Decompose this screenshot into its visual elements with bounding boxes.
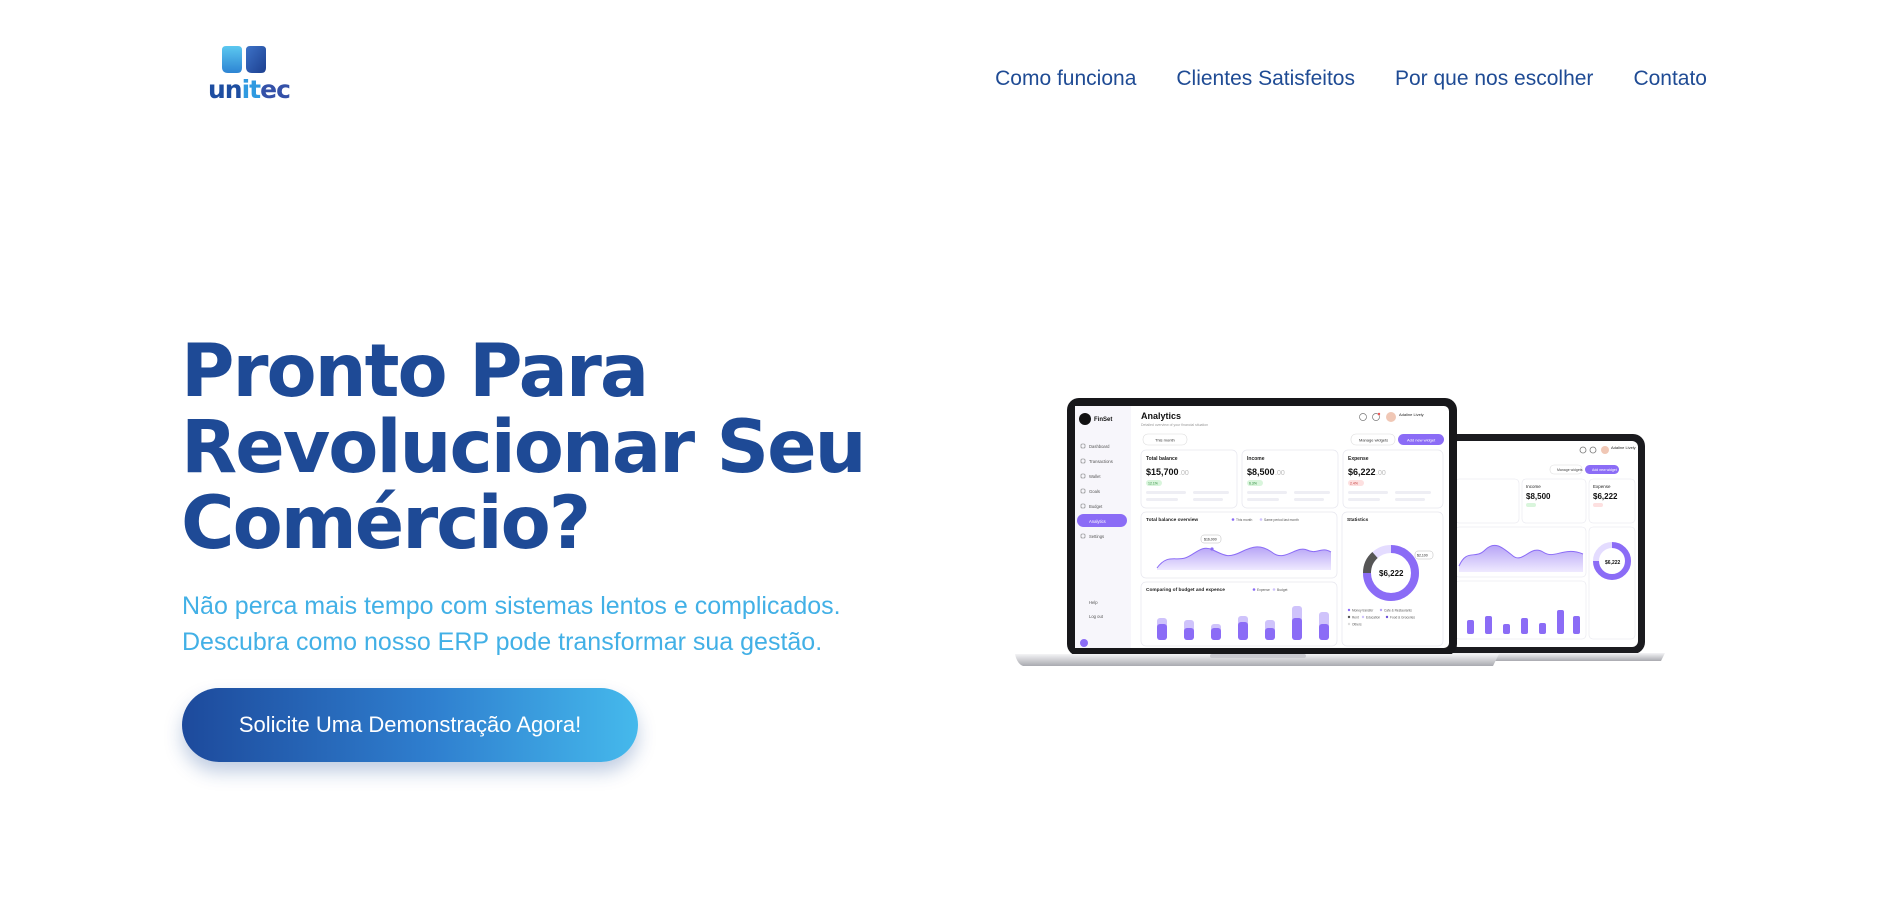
mockup-card-title: Income xyxy=(1247,456,1265,462)
logo-text-part-1: un xyxy=(208,75,243,104)
mockup-card-badge: 2.4% xyxy=(1350,482,1358,486)
mockup-date-filter: This month xyxy=(1155,438,1175,443)
mockup-statistics-title: Statistics xyxy=(1347,517,1369,523)
hero-title-line: Comércio? xyxy=(181,481,591,566)
mockup-sidebar-item: Goals xyxy=(1089,489,1100,494)
mockup-sidebar-item: Log out xyxy=(1089,614,1104,619)
tablet-card-value: $8,500 xyxy=(1526,492,1551,501)
mockup-overview-title: Total balance overview xyxy=(1146,517,1198,523)
mockup-budget-title: Comparing of budget and expence xyxy=(1146,587,1225,593)
nav-link-por-que-nos-escolher[interactable]: Por que nos escolher xyxy=(1395,64,1593,94)
logo-wordmark: unitec xyxy=(208,75,291,104)
mockup-statistics-value: $6,222 xyxy=(1379,569,1404,578)
mockup-add-widget: Add new widget xyxy=(1407,438,1436,443)
mockup-donut-legend: Education xyxy=(1366,615,1380,619)
device-mockup-image: Adaline Lively Manage widgets Add new wi… xyxy=(1015,398,1665,666)
mockup-budget-chart: Comparing of budget and expence Expense … xyxy=(1140,581,1338,647)
mockup-sidebar-item: Transactions xyxy=(1089,459,1113,464)
laptop-device: FinSet Dashboard Transactions Wallet Goa… xyxy=(1015,398,1499,666)
mockup-sidebar-item: Dashboard xyxy=(1089,444,1110,449)
hero-subtitle-line: Descubra como nosso ERP pode transformar… xyxy=(182,628,823,656)
mockup-sidebar-item: Budget xyxy=(1089,504,1103,509)
mockup-card-value: $6,222 xyxy=(1348,467,1376,477)
hero-subtitle: Não perca mais tempo com sistemas lentos… xyxy=(182,588,942,660)
mockup-card-title: Expense xyxy=(1348,456,1369,462)
mockup-budget-legend: Budget xyxy=(1277,588,1288,592)
mockup-statistics-badge: $2,100 xyxy=(1417,554,1428,558)
mockup-overview-legend: This month xyxy=(1236,518,1252,522)
request-demo-button[interactable]: Solicite Uma Demonstração Agora! xyxy=(182,688,638,762)
mockup-donut-legend: Others xyxy=(1352,622,1362,626)
hero-title: Pronto Para Revolucionar Seu Comércio? xyxy=(181,334,941,562)
nav-link-clientes-satisfeitos[interactable]: Clientes Satisfeitos xyxy=(1176,64,1355,94)
tablet-card-title: Income xyxy=(1526,484,1541,489)
mockup-card-cents: .00 xyxy=(1179,470,1189,477)
mockup-sidebar-item-active: Analytics xyxy=(1089,519,1106,524)
mockup-page-title: Analytics xyxy=(1141,411,1181,421)
logo-text-part-2: it xyxy=(241,75,262,104)
mockup-donut-legend: Food & Groceries xyxy=(1390,615,1415,619)
mockup-overview-legend: Same period last month xyxy=(1264,518,1299,522)
mockup-summary-cards: Total balance $15,700 .00 12.1% Income $… xyxy=(1140,449,1444,509)
logo-text-part-3: ec xyxy=(260,75,291,104)
mockup-balance-overview: Total balance overview This month Same p… xyxy=(1140,511,1338,579)
mockup-statistics-donut: Statistics $6,222 $2,100 Money transfer … xyxy=(1341,511,1444,647)
unitec-logo[interactable]: unitec xyxy=(208,44,291,104)
nav-link-como-funciona[interactable]: Como funciona xyxy=(995,64,1136,94)
mockup-donut-legend: Cafe & Restaurants xyxy=(1384,608,1412,612)
mockup-user-name: Adaline Lively xyxy=(1399,412,1424,417)
mockup-card-value: $15,700 xyxy=(1146,467,1179,477)
tablet-card-title: Expense xyxy=(1593,484,1611,489)
tablet-statistics-value: $6,222 xyxy=(1605,560,1621,566)
mockup-donut-legend: Rent xyxy=(1352,615,1359,619)
mockup-card-cents: .00 xyxy=(1376,470,1386,477)
main-nav: Como funciona Clientes Satisfeitos Por q… xyxy=(995,64,1707,94)
mockup-budget-legend: Expense xyxy=(1257,588,1270,592)
logo-mark-icon xyxy=(222,46,266,73)
mockup-app-name: FinSet xyxy=(1094,417,1112,423)
mockup-page-subtitle: Detailed overview of your financial situ… xyxy=(1141,423,1208,427)
mockup-card-badge: 12.1% xyxy=(1148,482,1158,486)
mockup-sidebar-item: Wallet xyxy=(1089,474,1101,479)
mockup-sidebar-item: Help xyxy=(1089,600,1098,605)
mockup-sidebar-item: Settings xyxy=(1089,534,1104,539)
mockup-card-cents: .00 xyxy=(1275,470,1285,477)
nav-link-contato[interactable]: Contato xyxy=(1633,64,1707,94)
mockup-card-badge: 6.3% xyxy=(1249,482,1257,486)
hero-title-line: Revolucionar Seu xyxy=(181,405,867,490)
mockup-manage-widgets: Manage widgets xyxy=(1359,438,1388,443)
tablet-manage-widgets: Manage widgets xyxy=(1557,468,1583,472)
mockup-card-value: $8,500 xyxy=(1247,467,1275,477)
tablet-user-name: Adaline Lively xyxy=(1611,445,1636,450)
tablet-card-value: $6,222 xyxy=(1593,492,1618,501)
site-header: unitec Como funciona Clientes Satisfeito… xyxy=(0,0,1883,150)
mockup-card-title: Total balance xyxy=(1146,456,1178,462)
tablet-add-widget: Add new widget xyxy=(1592,468,1617,472)
mockup-donut-legend: Money transfer xyxy=(1352,608,1374,612)
hero-title-line: Pronto Para xyxy=(181,329,649,414)
hero-subtitle-line: Não perca mais tempo com sistemas lentos… xyxy=(182,592,841,620)
mockup-overview-tip: $16,000 xyxy=(1204,538,1217,542)
